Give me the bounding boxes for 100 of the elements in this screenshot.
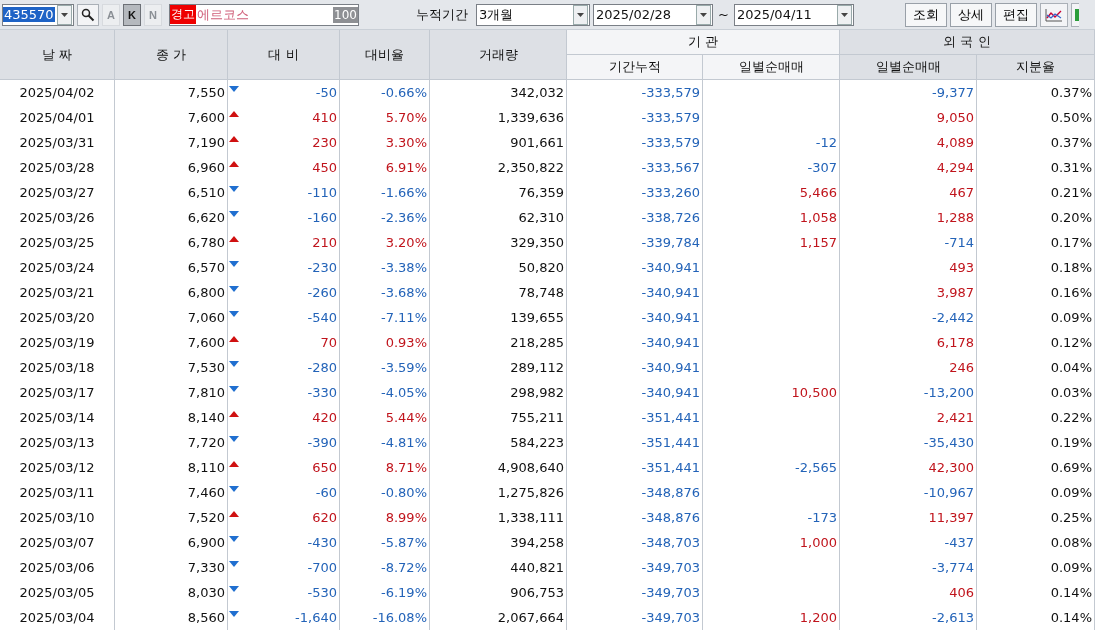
close-price-cell: 6,620 [115, 205, 228, 230]
change-cell: -280 [307, 360, 337, 375]
column-header: 종 가 [115, 30, 228, 80]
institution-daily-cell: 5,466 [799, 185, 837, 200]
foreign-daily-cell: -437 [840, 530, 977, 555]
close-price-cell: 7,600 [115, 105, 228, 130]
date-cell: 2025/03/26 [0, 205, 115, 230]
close-price-cell: 6,780 [115, 230, 228, 255]
institution-cumulative-cell: -348,876 [567, 505, 703, 530]
change-rate-cell: 6.91% [340, 155, 430, 180]
change-cell: 410 [312, 110, 337, 125]
volume-cell: 329,350 [430, 230, 567, 255]
close-price-cell: 7,600 [115, 330, 228, 355]
toolbar-button[interactable]: 조회 [904, 2, 947, 27]
column-header: 지분율 [977, 55, 1095, 80]
volume-cell: 1,275,826 [430, 480, 567, 505]
toolbar-button[interactable]: 편집 [994, 2, 1037, 27]
volume-cell: 2,067,664 [430, 605, 567, 630]
date-cell: 2025/03/20 [0, 305, 115, 330]
volume-cell: 4,908,640 [430, 455, 567, 480]
foreign-daily-cell: 493 [840, 255, 977, 280]
foreign-share-cell: 0.21% [977, 180, 1095, 205]
period-label: 누적기간 [416, 5, 468, 24]
column-header: 일별순매매 [703, 55, 840, 80]
institution-cumulative-cell: -338,726 [567, 205, 703, 230]
date-cell: 2025/03/04 [0, 605, 115, 630]
end-date-field[interactable]: 2025/04/11 [733, 3, 854, 26]
start-date-field[interactable]: 2025/02/28 [593, 3, 713, 26]
foreign-daily-cell: 406 [840, 580, 977, 605]
toolbar-icon-button[interactable] [1070, 2, 1079, 27]
close-price-cell: 8,030 [115, 580, 228, 605]
range-separator: ~ [718, 7, 729, 22]
date-cell: 2025/03/25 [0, 230, 115, 255]
date-cell: 2025/03/28 [0, 155, 115, 180]
change-cell: -60 [315, 485, 337, 500]
close-price-cell: 6,800 [115, 280, 228, 305]
change-rate-cell: -2.36% [340, 205, 430, 230]
foreign-daily-cell: 42,300 [840, 455, 977, 480]
group-header: 기 관 [567, 30, 840, 55]
institution-daily-cell: 1,157 [799, 235, 837, 250]
volume-cell: 906,753 [430, 580, 567, 605]
foreign-daily-cell: -3,774 [840, 555, 977, 580]
volume-cell: 78,748 [430, 280, 567, 305]
foreign-share-cell: 0.37% [977, 80, 1095, 105]
foreign-share-cell: 0.17% [977, 230, 1095, 255]
close-price-cell: 7,530 [115, 355, 228, 380]
change-rate-cell: -8.72% [340, 555, 430, 580]
institution-cumulative-cell: -340,941 [567, 355, 703, 380]
date-cell: 2025/03/07 [0, 530, 115, 555]
close-price-cell: 7,190 [115, 130, 228, 155]
stock-code-field[interactable]: 435570 [2, 3, 74, 26]
institution-cumulative-cell: -333,260 [567, 180, 703, 205]
foreign-daily-cell: -13,200 [840, 380, 977, 405]
change-rate-cell: -4.81% [340, 430, 430, 455]
change-rate-cell: -0.80% [340, 480, 430, 505]
date-cell: 2025/03/27 [0, 180, 115, 205]
foreign-share-cell: 0.09% [977, 555, 1095, 580]
institution-cumulative-cell: -333,567 [567, 155, 703, 180]
change-cell: 420 [312, 410, 337, 425]
institution-cumulative-cell: -351,441 [567, 430, 703, 455]
change-cell: -160 [307, 210, 337, 225]
toolbar-button[interactable]: 상세 [949, 2, 992, 27]
date-cell: 2025/04/02 [0, 80, 115, 105]
change-rate-cell: -3.38% [340, 255, 430, 280]
chart-button[interactable] [1039, 2, 1068, 27]
foreign-share-cell: 0.50% [977, 105, 1095, 130]
market-toggle[interactable]: K [123, 3, 141, 26]
search-button[interactable] [77, 3, 99, 26]
foreign-share-cell: 0.09% [977, 305, 1095, 330]
institution-cumulative-cell: -348,703 [567, 530, 703, 555]
change-rate-cell: -4.05% [340, 380, 430, 405]
column-header: 기간누적 [567, 55, 703, 80]
score-badge: 100 [333, 6, 358, 23]
close-price-cell: 6,960 [115, 155, 228, 180]
date-cell: 2025/03/13 [0, 430, 115, 455]
dropdown-arrow-icon [840, 12, 848, 17]
date-cell: 2025/03/31 [0, 130, 115, 155]
foreign-share-cell: 0.12% [977, 330, 1095, 355]
period-dropdown[interactable]: 3개월 [476, 3, 590, 26]
date-cell: 2025/03/19 [0, 330, 115, 355]
volume-cell: 584,223 [430, 430, 567, 455]
foreign-share-cell: 0.08% [977, 530, 1095, 555]
institution-cumulative-cell: -340,941 [567, 330, 703, 355]
institution-cumulative-cell: -339,784 [567, 230, 703, 255]
foreign-daily-cell: 6,178 [840, 330, 977, 355]
institution-cumulative-cell: -340,941 [567, 280, 703, 305]
foreign-daily-cell: 467 [840, 180, 977, 205]
volume-cell: 1,339,636 [430, 105, 567, 130]
foreign-daily-cell: 2,421 [840, 405, 977, 430]
foreign-daily-cell: -714 [840, 230, 977, 255]
change-cell: -1,640 [295, 610, 337, 625]
foreign-share-cell: 0.37% [977, 130, 1095, 155]
foreign-share-cell: 0.20% [977, 205, 1095, 230]
change-cell: -260 [307, 285, 337, 300]
change-rate-cell: 5.70% [340, 105, 430, 130]
volume-cell: 298,982 [430, 380, 567, 405]
warning-badge: 경고 [170, 5, 196, 24]
change-cell: -390 [307, 435, 337, 450]
foreign-daily-cell: -10,967 [840, 480, 977, 505]
volume-cell: 901,661 [430, 130, 567, 155]
